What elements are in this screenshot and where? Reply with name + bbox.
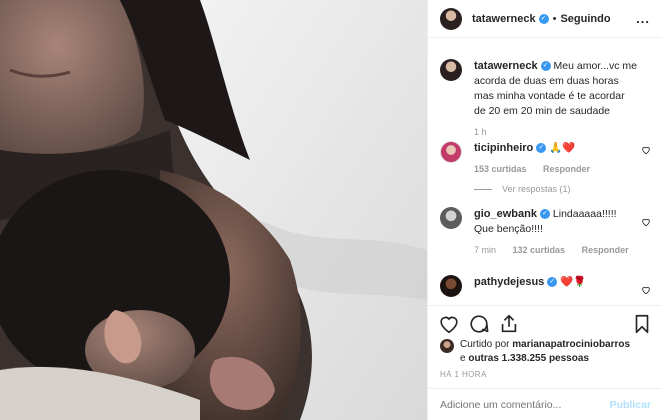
post-actions	[428, 305, 662, 341]
photo-image	[0, 0, 427, 420]
caption-username[interactable]: tatawerneck	[474, 60, 538, 72]
like-comment-heart-icon[interactable]	[641, 145, 651, 155]
view-replies-button[interactable]: Ver respostas (1)	[474, 184, 639, 194]
add-comment-bar: Publicar	[428, 388, 662, 420]
like-comment-heart-icon[interactable]	[641, 217, 651, 227]
likes-summary: Curtido por marianapatrociniobarros e ou…	[440, 338, 655, 366]
post-timestamp[interactable]: HÁ 1 HORA	[440, 370, 487, 379]
comment-username[interactable]: gio_ewbank	[474, 208, 537, 220]
liker-username[interactable]: marianapatrociniobarros	[512, 339, 630, 350]
more-options-icon[interactable]: ...	[636, 11, 650, 26]
caption: tatawerneck ✓ Meu amor...vc me acorda de …	[428, 59, 662, 137]
publish-button[interactable]: Publicar	[610, 399, 651, 411]
comment-meta: 7 min 132 curtidas Responder	[474, 245, 643, 255]
commenter-avatar[interactable]	[440, 141, 462, 163]
verified-badge-icon: ✓	[536, 143, 547, 154]
caption-avatar[interactable]	[440, 59, 462, 81]
comment-text-block: pathydejesus ✓ ❤️🌹	[474, 275, 639, 290]
comment-item: pathydejesus ✓ ❤️🌹	[428, 275, 662, 297]
caption-meta: 1 h	[474, 127, 639, 137]
comment-likes-count[interactable]: 153 curtidas	[474, 164, 527, 174]
comment-item: gio_ewbank ✓ Lindaaaaa!!!!! Que benção!!!…	[428, 207, 662, 255]
comment-item: ticipinheiro ✓ 🙏❤️ 153 curtidas Responder…	[428, 141, 662, 194]
likes-prefix: Curtido por	[460, 339, 510, 350]
comment-input[interactable]	[440, 398, 610, 411]
comment-text: 🙏❤️	[549, 142, 576, 154]
post-header: tatawerneck ✓ • Seguindo ...	[428, 0, 662, 38]
likes-connector: e	[460, 353, 466, 364]
comment-username[interactable]: ticipinheiro	[474, 142, 533, 154]
comment-username[interactable]: pathydejesus	[474, 276, 544, 288]
likes-text: Curtido por marianapatrociniobarros e ou…	[460, 338, 630, 366]
verified-badge-icon: ✓	[538, 13, 549, 24]
post-photo[interactable]	[0, 0, 427, 420]
author-username[interactable]: tatawerneck	[472, 13, 536, 25]
view-replies-label: Ver respostas (1)	[502, 184, 571, 194]
post-details-panel: tatawerneck ✓ • Seguindo ... tatawerneck…	[427, 0, 662, 420]
liker-avatar[interactable]	[440, 339, 454, 353]
likes-others[interactable]: outras 1.338.255 pessoas	[468, 353, 589, 364]
comment-text-block: ticipinheiro ✓ 🙏❤️	[474, 141, 639, 156]
comment-meta: 153 curtidas Responder	[474, 164, 639, 174]
separator-dot: •	[552, 12, 557, 25]
verified-badge-icon: ✓	[539, 209, 550, 220]
verified-badge-icon: ✓	[540, 61, 551, 72]
following-button[interactable]: Seguindo	[560, 13, 610, 25]
comment-time[interactable]: 7 min	[474, 245, 496, 255]
author-avatar[interactable]	[440, 7, 462, 30]
comment-bubble-icon[interactable]	[468, 313, 490, 335]
caption-text-block: tatawerneck ✓ Meu amor...vc me acorda de …	[474, 59, 639, 119]
verified-badge-icon: ✓	[547, 277, 558, 288]
commenter-avatar[interactable]	[440, 207, 462, 229]
comment-text: ❤️🌹	[560, 276, 587, 288]
comment-text-block: gio_ewbank ✓ Lindaaaaa!!!!! Que benção!!!…	[474, 207, 639, 237]
reply-button[interactable]: Responder	[543, 164, 590, 174]
comment-likes-count[interactable]: 132 curtidas	[513, 245, 566, 255]
caption-time[interactable]: 1 h	[474, 127, 487, 137]
comments-list[interactable]: tatawerneck ✓ Meu amor...vc me acorda de …	[428, 39, 662, 303]
share-icon[interactable]	[498, 313, 520, 335]
like-heart-icon[interactable]	[438, 313, 460, 335]
like-comment-heart-icon[interactable]	[641, 285, 651, 295]
commenter-avatar[interactable]	[440, 275, 462, 297]
reply-button[interactable]: Responder	[582, 245, 629, 255]
bookmark-icon[interactable]	[631, 313, 653, 335]
replies-line	[474, 188, 492, 190]
